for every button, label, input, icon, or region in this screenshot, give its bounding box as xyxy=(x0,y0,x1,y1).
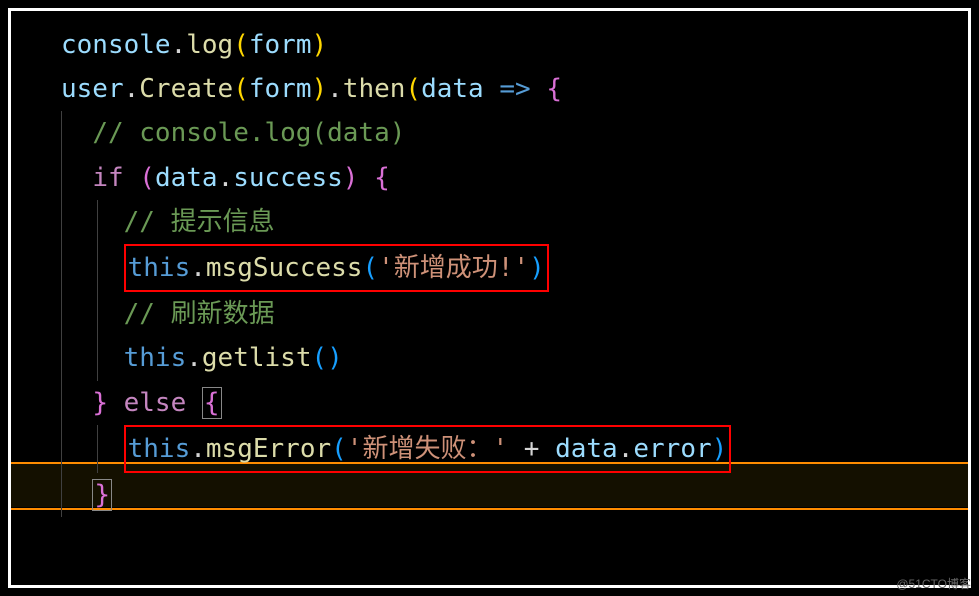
comment: // 刷新数据 xyxy=(124,299,275,329)
paren-open: ( xyxy=(362,253,378,283)
prop-success: success xyxy=(233,163,343,193)
brace-open: { xyxy=(202,387,222,419)
code-line-7[interactable]: // 刷新数据 xyxy=(61,292,968,336)
dot: . xyxy=(618,434,634,464)
highlight-box-error: this.msgError('新增失败：' + data.error) xyxy=(124,425,732,473)
keyword-this: this xyxy=(128,434,191,464)
method-getlist: getlist xyxy=(202,343,312,373)
dot: . xyxy=(218,163,234,193)
code-editor[interactable]: console.log(form) user.Create(form).then… xyxy=(8,8,971,588)
identifier-data: data xyxy=(155,163,218,193)
code-line-8[interactable]: this.getlist() xyxy=(61,336,968,380)
code-line-2[interactable]: user.Create(form).then(data => { xyxy=(61,67,968,111)
dot: . xyxy=(186,343,202,373)
paren-open: ( xyxy=(233,74,249,104)
operator-plus: + xyxy=(508,434,555,464)
method-log: log xyxy=(186,30,233,60)
dot: . xyxy=(327,74,343,104)
method-create: Create xyxy=(139,74,233,104)
code-line-9[interactable]: } else { xyxy=(61,381,968,425)
paren-close: ) xyxy=(343,163,374,193)
arrow-function: => xyxy=(484,74,547,104)
keyword-this: this xyxy=(128,253,191,283)
string-literal: '新增失败：' xyxy=(347,434,508,464)
highlight-box-success: this.msgSuccess('新增成功!') xyxy=(124,244,549,292)
identifier-data: data xyxy=(555,434,618,464)
code-line-5[interactable]: // 提示信息 xyxy=(61,200,968,244)
code-line-6[interactable]: this.msgSuccess('新增成功!') xyxy=(61,244,968,292)
paren-close: ) xyxy=(327,343,343,373)
arg-form: form xyxy=(249,30,312,60)
brace-open: { xyxy=(374,163,390,193)
watermark: @51CTO博客 xyxy=(896,575,971,592)
paren-open: ( xyxy=(233,30,249,60)
code-line-10[interactable]: this.msgError('新增失败：' + data.error) xyxy=(61,425,968,473)
code-line-3[interactable]: // console.log(data) xyxy=(61,111,968,155)
paren-close: ) xyxy=(311,30,327,60)
paren-open: ( xyxy=(311,343,327,373)
keyword-else: else xyxy=(108,388,202,418)
method-then: then xyxy=(343,74,406,104)
method-msgerror: msgError xyxy=(206,434,331,464)
brace-close: } xyxy=(92,479,112,511)
identifier-user: user xyxy=(61,74,124,104)
string-literal: '新增成功!' xyxy=(378,253,529,283)
param-data: data xyxy=(421,74,484,104)
paren-open: ( xyxy=(124,163,155,193)
paren-close: ) xyxy=(311,74,327,104)
code-line-11[interactable]: } xyxy=(61,473,968,517)
dot: . xyxy=(190,434,206,464)
comment: // console.log(data) xyxy=(92,118,405,148)
brace-open: { xyxy=(546,74,562,104)
paren-close: ) xyxy=(529,253,545,283)
code-line-1[interactable]: console.log(form) xyxy=(61,23,968,67)
method-msgsuccess: msgSuccess xyxy=(206,253,363,283)
prop-error: error xyxy=(633,434,711,464)
dot: . xyxy=(124,74,140,104)
keyword-this: this xyxy=(124,343,187,373)
paren-close: ) xyxy=(712,434,728,464)
keyword-if: if xyxy=(92,163,123,193)
arg-form: form xyxy=(249,74,312,104)
comment: // 提示信息 xyxy=(124,207,275,237)
dot: . xyxy=(190,253,206,283)
paren-open: ( xyxy=(331,434,347,464)
dot: . xyxy=(171,30,187,60)
brace-close: } xyxy=(92,388,108,418)
code-line-4[interactable]: if (data.success) { xyxy=(61,156,968,200)
identifier-console: console xyxy=(61,30,171,60)
paren-open: ( xyxy=(405,74,421,104)
